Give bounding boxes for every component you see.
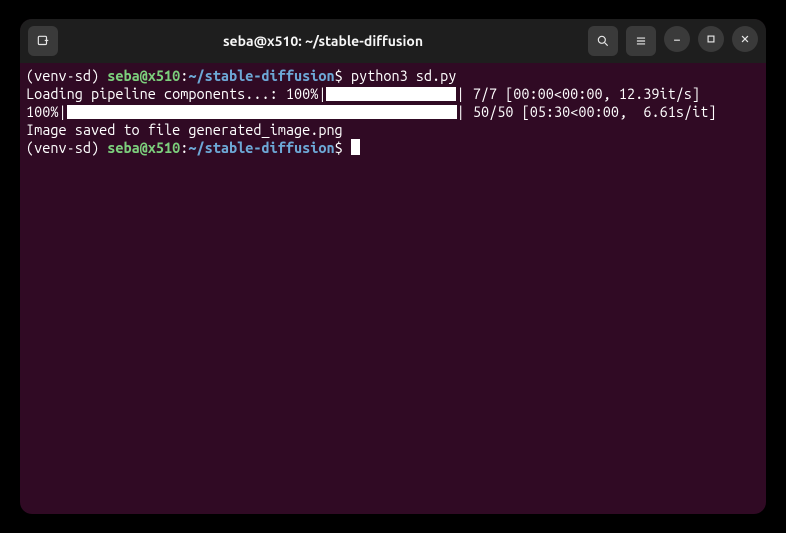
menu-button[interactable] [626,26,656,56]
command-text: python3 sd.py [351,67,457,84]
loading-suffix: | 7/7 [00:00<00:00, 12.39it/s] [456,85,700,102]
venv-label: (venv-sd) [26,139,107,156]
prompt-symbol: $ [335,67,351,84]
saved-message: Image saved to file generated_image.png [26,121,343,138]
progress-bar-icon [326,87,456,101]
prompt-path: ~/stable-diffusion [188,67,334,84]
search-button[interactable] [588,26,618,56]
new-tab-button[interactable] [28,26,58,56]
progress-bar-icon [67,105,457,119]
prompt-symbol: $ [335,139,351,156]
minimize-button[interactable] [664,26,690,52]
terminal-window: seba@x510: ~/stable-diffusion (venv-sd) … [20,19,766,514]
venv-label: (venv-sd) [26,67,107,84]
gen-prefix: 100%| [26,103,67,120]
titlebar: seba@x510: ~/stable-diffusion [20,19,766,63]
loading-prefix: Loading pipeline components...: 100%| [26,85,326,102]
maximize-button[interactable] [698,26,724,52]
gen-suffix: | 50/50 [05:30<00:00, 6.61s/it] [457,103,717,120]
terminal-body[interactable]: (venv-sd) seba@x510:~/stable-diffusion$ … [20,63,766,514]
prompt-path: ~/stable-diffusion [188,139,334,156]
prompt-user: seba@x510 [107,67,180,84]
cursor-icon [351,139,360,155]
close-button[interactable] [732,26,758,52]
prompt-user: seba@x510 [107,139,180,156]
window-title: seba@x510: ~/stable-diffusion [66,33,580,49]
